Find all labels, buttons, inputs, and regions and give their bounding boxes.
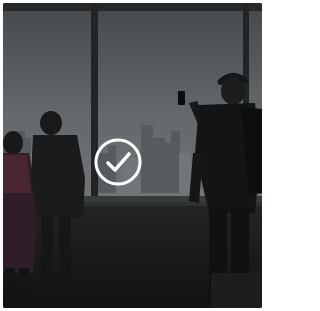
check-circle-icon[interactable] (93, 137, 143, 187)
media-thumbnail-card[interactable] (3, 3, 262, 308)
